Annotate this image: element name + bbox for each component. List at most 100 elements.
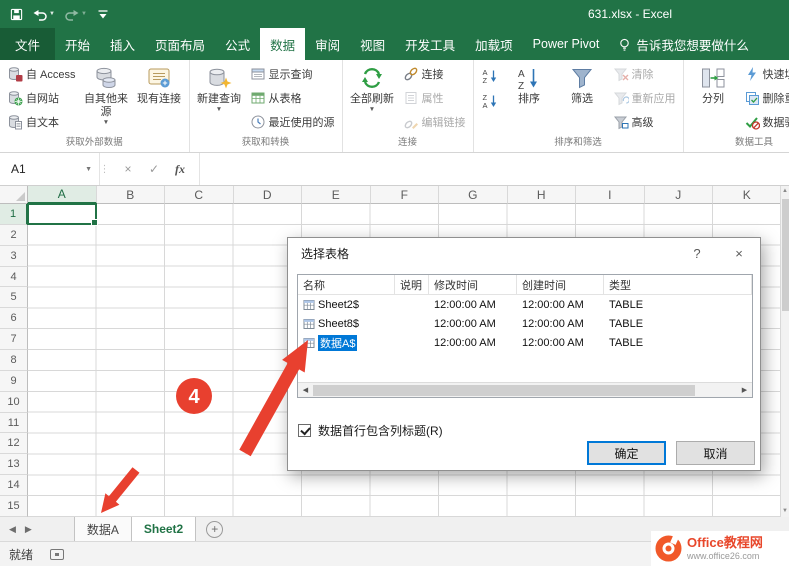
row-header[interactable]: 14 bbox=[0, 475, 28, 496]
text-to-columns-button[interactable]: 分列 bbox=[687, 62, 740, 137]
row-header[interactable]: 9 bbox=[0, 371, 28, 392]
column-header[interactable]: C bbox=[165, 186, 234, 204]
row-header[interactable]: 11 bbox=[0, 413, 28, 434]
dialog-close-button[interactable]: × bbox=[718, 238, 760, 268]
row-header[interactable]: 13 bbox=[0, 454, 28, 475]
from-other-sources-button[interactable]: 自其他来源 ▼ bbox=[80, 62, 133, 137]
name-box-dropdown-icon[interactable]: ▼ bbox=[85, 166, 92, 173]
tab-formulas[interactable]: 公式 bbox=[215, 28, 260, 60]
tab-file[interactable]: 文件 bbox=[0, 28, 55, 60]
list-horizontal-scrollbar[interactable]: ◀ ▶ bbox=[298, 382, 752, 397]
sheet-nav-left-icon[interactable]: ◀ bbox=[9, 524, 16, 535]
refresh-all-button[interactable]: 全部刷新 ▼ bbox=[346, 62, 399, 137]
customize-quick-access-button[interactable] bbox=[97, 9, 109, 20]
cancel-button[interactable]: 取消 bbox=[676, 441, 755, 465]
row-header[interactable]: 6 bbox=[0, 308, 28, 329]
column-header[interactable]: J bbox=[645, 186, 714, 204]
tab-power-pivot[interactable]: Power Pivot bbox=[523, 28, 610, 60]
name-box-resizer[interactable]: ⋮ bbox=[99, 153, 109, 185]
column-header-type[interactable]: 类型 bbox=[604, 275, 752, 294]
scroll-left-icon[interactable]: ◀ bbox=[298, 386, 313, 394]
column-header-created[interactable]: 创建时间 bbox=[517, 275, 604, 294]
data-validation-button[interactable]: 数据验证 ▼ bbox=[740, 110, 789, 134]
tab-developer[interactable]: 开发工具 bbox=[395, 28, 465, 60]
confirm-entry-button[interactable]: ✓ bbox=[141, 162, 167, 176]
sort-descending-button[interactable]: ZA bbox=[479, 90, 501, 112]
row-header[interactable]: 1 bbox=[0, 204, 28, 225]
recent-sources-button[interactable]: 最近使用的源 bbox=[246, 110, 339, 134]
first-row-headers-option[interactable]: 数据首行包含列标题(R) bbox=[298, 422, 443, 439]
row-header[interactable]: 10 bbox=[0, 392, 28, 413]
advanced-filter-button[interactable]: 高级 bbox=[609, 110, 680, 134]
selected-cell-a1[interactable] bbox=[27, 203, 97, 225]
list-row[interactable]: Sheet2$ 12:00:00 AM 12:00:00 AM TABLE bbox=[298, 295, 752, 314]
row-header[interactable]: 5 bbox=[0, 287, 28, 308]
select-all-corner[interactable] bbox=[0, 186, 28, 204]
tell-me-box[interactable]: 告诉我您想要做什么 bbox=[609, 28, 758, 60]
redo-dropdown-icon[interactable]: ▼ bbox=[81, 11, 87, 17]
column-header[interactable]: K bbox=[713, 186, 781, 204]
redo-button[interactable]: ▼ bbox=[65, 8, 87, 21]
insert-function-button[interactable]: fx bbox=[167, 162, 193, 177]
tab-view[interactable]: 视图 bbox=[350, 28, 395, 60]
column-header[interactable]: A bbox=[28, 186, 97, 204]
existing-connections-button[interactable]: 现有连接 bbox=[133, 62, 186, 137]
sheet-nav-right-icon[interactable]: ▶ bbox=[25, 524, 32, 535]
list-row[interactable]: Sheet8$ 12:00:00 AM 12:00:00 AM TABLE bbox=[298, 314, 752, 333]
dialog-help-button[interactable]: ? bbox=[676, 238, 718, 268]
undo-button[interactable]: ▼ bbox=[33, 8, 55, 21]
from-text-button[interactable]: 自文本 bbox=[3, 110, 80, 134]
column-header[interactable]: H bbox=[508, 186, 577, 204]
column-header[interactable]: D bbox=[234, 186, 303, 204]
tab-page-layout[interactable]: 页面布局 bbox=[145, 28, 215, 60]
sheet-tab-data-a[interactable]: 数据A bbox=[74, 517, 132, 541]
row-header[interactable]: 3 bbox=[0, 246, 28, 267]
remove-duplicates-button[interactable]: 删除重复值 bbox=[740, 86, 789, 110]
tab-data[interactable]: 数据 bbox=[260, 28, 305, 60]
edit-links-button[interactable]: 编辑链接 bbox=[399, 110, 470, 134]
name-box[interactable]: A1 ▼ bbox=[0, 153, 99, 185]
from-access-button[interactable]: 自 Access bbox=[3, 62, 80, 86]
tab-insert[interactable]: 插入 bbox=[100, 28, 145, 60]
sheet-tab-sheet2[interactable]: Sheet2 bbox=[131, 517, 196, 541]
scroll-right-icon[interactable]: ▶ bbox=[737, 386, 752, 394]
undo-dropdown-icon[interactable]: ▼ bbox=[49, 11, 55, 17]
from-table-button[interactable]: 从表格 bbox=[246, 86, 339, 110]
row-header[interactable]: 7 bbox=[0, 329, 28, 350]
list-row-selected[interactable]: 数据A$ 12:00:00 AM 12:00:00 AM TABLE bbox=[298, 333, 752, 352]
column-header[interactable]: I bbox=[576, 186, 645, 204]
filter-button[interactable]: 筛选 bbox=[556, 62, 609, 137]
tab-review[interactable]: 审阅 bbox=[305, 28, 350, 60]
column-header[interactable]: F bbox=[371, 186, 440, 204]
properties-button[interactable]: 属性 bbox=[399, 86, 470, 110]
add-sheet-button[interactable]: + bbox=[206, 521, 223, 538]
ok-button[interactable]: 确定 bbox=[587, 441, 666, 465]
column-header[interactable]: B bbox=[97, 186, 166, 204]
column-header-description[interactable]: 说明 bbox=[395, 275, 429, 294]
vertical-scroll-thumb[interactable] bbox=[782, 199, 789, 311]
show-queries-button[interactable]: 显示查询 bbox=[246, 62, 339, 86]
tab-add-ins[interactable]: 加载项 bbox=[465, 28, 523, 60]
list-scroll-thumb[interactable] bbox=[313, 385, 695, 396]
clear-filter-button[interactable]: 清除 bbox=[609, 62, 680, 86]
row-header[interactable]: 12 bbox=[0, 433, 28, 454]
scroll-down-icon[interactable]: ▼ bbox=[781, 506, 789, 517]
row-header[interactable]: 4 bbox=[0, 267, 28, 288]
row-header[interactable]: 15 bbox=[0, 496, 28, 517]
formula-input[interactable] bbox=[200, 153, 789, 185]
macro-record-icon[interactable] bbox=[50, 549, 64, 560]
new-query-button[interactable]: 新建查询 ▼ bbox=[193, 62, 246, 137]
row-header[interactable]: 8 bbox=[0, 350, 28, 371]
save-button[interactable] bbox=[10, 8, 23, 21]
tab-home[interactable]: 开始 bbox=[55, 28, 100, 60]
column-header-name[interactable]: 名称 bbox=[298, 275, 395, 294]
reapply-filter-button[interactable]: 重新应用 bbox=[609, 86, 680, 110]
sort-button[interactable]: AZ 排序 bbox=[503, 62, 556, 137]
scroll-up-icon[interactable]: ▲ bbox=[781, 186, 789, 197]
column-header[interactable]: E bbox=[302, 186, 371, 204]
flash-fill-button[interactable]: 快速填充 bbox=[740, 62, 789, 86]
from-web-button[interactable]: 自网站 bbox=[3, 86, 80, 110]
connections-button[interactable]: 连接 bbox=[399, 62, 470, 86]
first-row-headers-checkbox[interactable] bbox=[298, 424, 311, 437]
row-header[interactable]: 2 bbox=[0, 225, 28, 246]
